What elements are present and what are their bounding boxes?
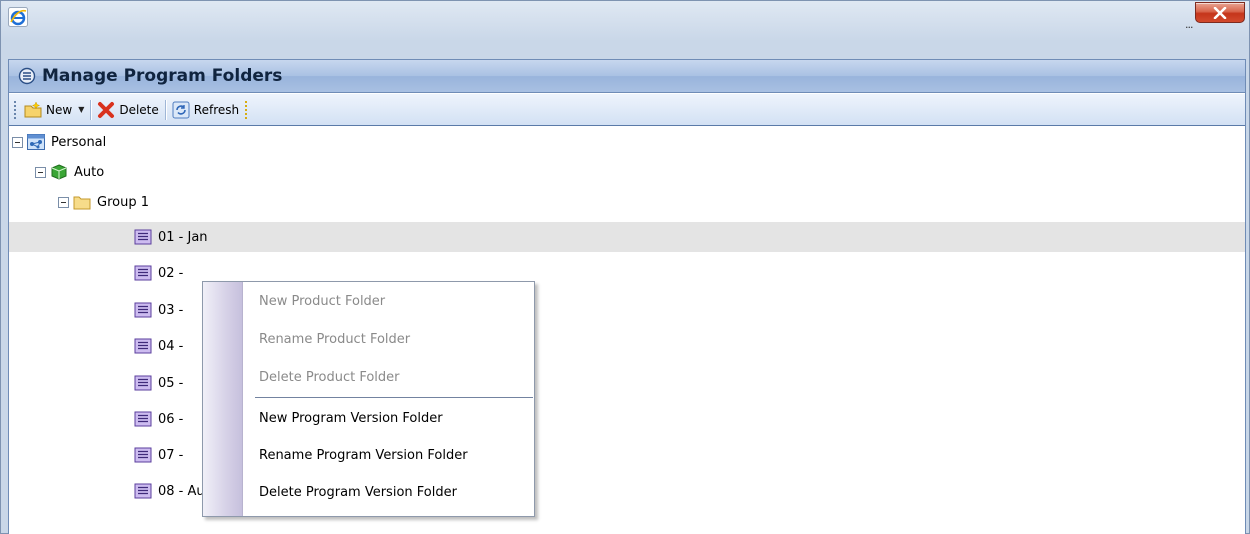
- purple-list-folder-icon: [134, 265, 152, 281]
- tree-node[interactable]: 05 -: [9, 368, 1245, 398]
- refresh-button-label: Refresh: [193, 102, 240, 117]
- collapse-toggle-icon[interactable]: [12, 136, 23, 148]
- new-button[interactable]: New ▼: [21, 98, 87, 122]
- tree-node-label: 05 -: [158, 375, 184, 391]
- toolbar-separator: [90, 99, 92, 120]
- tree-node-label: 03 -: [158, 302, 184, 318]
- delete-x-icon: [98, 101, 115, 118]
- close-icon: [1213, 6, 1227, 19]
- toolbar: New ▼ Delete Refresh: [9, 94, 1245, 126]
- purple-list-folder-icon: [134, 229, 152, 245]
- context-menu: New Product Folder Rename Product Folder…: [202, 281, 535, 517]
- menu-separator: [255, 397, 533, 398]
- purple-list-folder-icon: [134, 411, 152, 427]
- tree-node[interactable]: Personal: [9, 127, 1245, 157]
- toolbar-separator: [164, 99, 166, 120]
- collapse-toggle-icon[interactable]: [35, 166, 46, 178]
- menu-item-delete-program-version-folder[interactable]: Delete Program Version Folder: [259, 485, 457, 505]
- tree-node[interactable]: 03 -: [9, 295, 1245, 325]
- browser-window: ... Manage Program Folders New ▼ Delete …: [0, 0, 1250, 534]
- toolbar-grip-end[interactable]: [244, 99, 249, 120]
- purple-list-folder-icon: [134, 338, 152, 354]
- network-folder-icon: [27, 134, 45, 150]
- menu-item-new-program-version-folder[interactable]: New Program Version Folder: [259, 411, 443, 431]
- new-folder-icon: [24, 101, 42, 117]
- delete-button-label: Delete: [119, 102, 159, 117]
- purple-list-folder-icon: [134, 302, 152, 318]
- tree-node[interactable]: Auto: [9, 157, 1245, 187]
- window-ellipsis: ...: [1185, 18, 1193, 31]
- tree-node-label: 02 -: [158, 265, 184, 281]
- context-menu-gutter: [203, 282, 243, 516]
- tree-node[interactable]: Group 1: [9, 187, 1245, 217]
- tree-node[interactable]: 06 -: [9, 404, 1245, 434]
- menu-item-delete-product-folder: Delete Product Folder: [259, 370, 400, 385]
- tree-node-label: 07 -: [158, 447, 184, 463]
- green-cube-icon: [51, 164, 67, 180]
- chevron-down-icon[interactable]: ▼: [78, 105, 84, 114]
- dialog-header: Manage Program Folders: [9, 60, 1245, 93]
- tree-node[interactable]: 04 -: [9, 331, 1245, 361]
- toolbar-grip[interactable]: [13, 99, 17, 120]
- refresh-icon: [172, 101, 190, 118]
- tree-node-label: Auto: [74, 164, 105, 180]
- menu-item-rename-program-version-folder[interactable]: Rename Program Version Folder: [259, 448, 468, 468]
- menu-item-new-product-folder: New Product Folder: [259, 294, 386, 309]
- dialog-title: Manage Program Folders: [42, 66, 283, 86]
- purple-list-folder-icon: [134, 375, 152, 391]
- purple-list-folder-icon: [134, 483, 152, 499]
- tree-node-label: Group 1: [97, 194, 149, 210]
- collapse-toggle-icon[interactable]: [58, 196, 69, 208]
- delete-button[interactable]: Delete: [94, 98, 161, 122]
- tree-node[interactable]: 01 - Jan: [9, 222, 1245, 252]
- internet-explorer-icon: [8, 7, 28, 27]
- folders-manage-icon: [18, 67, 36, 85]
- menu-item-rename-product-folder: Rename Product Folder: [259, 332, 411, 347]
- refresh-button[interactable]: Refresh: [169, 98, 242, 122]
- new-button-label: New: [46, 102, 73, 117]
- manage-program-folders-dialog: Manage Program Folders New ▼ Delete Refr…: [8, 59, 1246, 534]
- folder-icon: [73, 196, 91, 210]
- window-titlebar: ...: [1, 1, 1250, 47]
- tree-node-label: 01 - Jan: [158, 229, 208, 245]
- tree-node-label: 06 -: [158, 411, 184, 427]
- tree-node-label: 04 -: [158, 338, 184, 354]
- tree-node[interactable]: 08 - Aug: [9, 476, 1245, 506]
- tree-node[interactable]: 02 -: [9, 258, 1245, 288]
- folder-tree: Personal Auto Group 1 01 - Jan 02 - 03 -…: [9, 127, 1245, 534]
- tree-node[interactable]: 07 -: [9, 440, 1245, 470]
- close-button[interactable]: [1195, 2, 1245, 23]
- purple-list-folder-icon: [134, 447, 152, 463]
- tree-node-label: Personal: [51, 134, 107, 150]
